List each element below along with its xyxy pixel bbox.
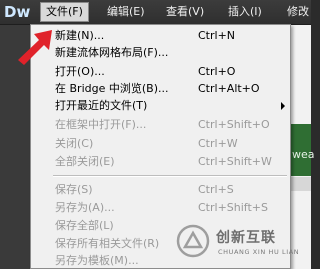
- menu-item-shortcut: Ctrl+Alt+O: [198, 82, 260, 95]
- menu-item-new[interactable]: 新建(N)... Ctrl+N: [31, 27, 290, 44]
- menu-item-label: 保存(S): [55, 183, 93, 196]
- watermark-logo-icon: [176, 224, 210, 258]
- menu-item-label: 打开(O)...: [55, 65, 105, 78]
- menu-item-open-in-frame: 在框架中打开(F)... Ctrl+Shift+O: [31, 116, 290, 133]
- menu-item-label: 新建流体网格布局(F)...: [55, 46, 169, 59]
- menu-item-shortcut: Ctrl+W: [198, 137, 238, 150]
- submenu-arrow-icon: [281, 102, 285, 110]
- menu-item-label: 全部关闭(E): [55, 155, 115, 168]
- menu-item-shortcut: Ctrl+O: [198, 65, 236, 78]
- menu-item-save: 保存(S) Ctrl+S: [31, 181, 290, 198]
- menu-view[interactable]: 查看(V): [161, 3, 209, 21]
- menu-item-open-recent[interactable]: 打开最近的文件(T): [31, 97, 290, 114]
- menu-item-open[interactable]: 打开(O)... Ctrl+O: [31, 63, 290, 80]
- menu-item-label: 另存为(A)...: [55, 201, 115, 214]
- menu-modify[interactable]: 修改: [282, 3, 314, 21]
- menu-file[interactable]: 文件(F): [40, 2, 89, 22]
- menu-bar: Dw 文件(F) 编辑(E) 查看(V) 插入(I) 修改: [0, 0, 311, 25]
- menu-item-label: 打开最近的文件(T): [55, 99, 148, 112]
- menu-item-shortcut: Ctrl+Shift+W: [198, 155, 272, 168]
- menu-item-label: 新建(N)...: [55, 29, 105, 42]
- menu-item-label: 另存为模板(M)...: [55, 254, 139, 267]
- menu-item-label: 关闭(C): [55, 137, 94, 150]
- side-panel-divider: [291, 177, 311, 191]
- menu-item-new-fluid-grid[interactable]: 新建流体网格布局(F)...: [31, 44, 290, 61]
- menu-item-shortcut: Ctrl+S: [198, 183, 234, 196]
- menu-insert[interactable]: 插入(I): [223, 3, 267, 21]
- watermark-text-cn: 创新互联: [216, 230, 276, 246]
- menu-item-label: 保存所有相关文件(R): [55, 237, 160, 250]
- watermark: 创新互联 CHUANG XIN HU LIAN: [176, 222, 316, 266]
- menu-item-shortcut: Ctrl+Shift+S: [198, 201, 268, 214]
- welcome-panel-text: wea: [292, 148, 315, 161]
- dreamweaver-logo: Dw: [4, 3, 31, 21]
- menu-item-label: 在 Bridge 中浏览(B)...: [55, 82, 169, 95]
- menu-item-label: 在框架中打开(F)...: [55, 118, 147, 131]
- menu-separator: [53, 175, 287, 177]
- watermark-text-en: CHUANG XIN HU LIAN: [218, 248, 300, 256]
- menu-item-save-as: 另存为(A)... Ctrl+Shift+S: [31, 199, 290, 216]
- menu-item-label: 保存全部(L): [55, 219, 114, 232]
- menu-item-close: 关闭(C) Ctrl+W: [31, 135, 290, 152]
- menu-item-shortcut: Ctrl+Shift+O: [198, 118, 270, 131]
- menu-item-shortcut: Ctrl+N: [198, 29, 236, 42]
- menu-item-close-all: 全部关闭(E) Ctrl+Shift+W: [31, 153, 290, 170]
- menu-edit[interactable]: 编辑(E): [102, 3, 150, 21]
- red-arrow-icon: [18, 30, 52, 65]
- menu-item-browse-in-bridge[interactable]: 在 Bridge 中浏览(B)... Ctrl+Alt+O: [31, 80, 290, 97]
